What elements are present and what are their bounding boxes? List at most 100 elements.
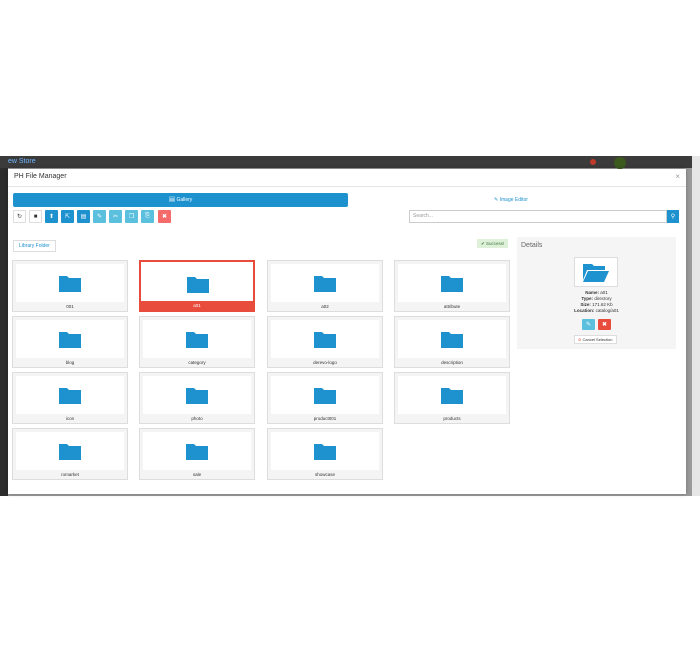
folder-tile[interactable]: romarket xyxy=(12,428,128,480)
folder-tile[interactable]: derevo-logo xyxy=(267,316,383,368)
success-alert: ✔ Success! xyxy=(477,239,509,248)
folder-tile[interactable]: icon xyxy=(12,372,128,424)
cut-icon: ✂ xyxy=(112,214,119,220)
background-topbar: ew Store xyxy=(0,156,700,169)
delete-button[interactable]: ✖ xyxy=(158,210,171,223)
details-type-value: directory xyxy=(594,296,612,301)
folder-thumb xyxy=(398,320,506,358)
details-edit-button[interactable]: ✎ xyxy=(582,319,595,330)
folder-thumb xyxy=(143,320,251,358)
background-sidebar xyxy=(0,168,8,496)
upload-icon: ⬆ xyxy=(48,214,55,220)
folder-name: category xyxy=(188,360,206,365)
folder-name: derevo-logo xyxy=(313,360,337,365)
folder-name: a01 xyxy=(141,301,253,310)
folder-thumb xyxy=(16,376,124,414)
details-type-label: Type: xyxy=(581,296,594,301)
modal-title: PH File Manager xyxy=(14,173,67,180)
folder-thumb xyxy=(271,264,379,302)
folder-icon xyxy=(186,444,208,460)
background-logo: ew Store xyxy=(8,158,36,165)
modal-header: PH File Manager × xyxy=(8,169,686,187)
folder-icon xyxy=(441,276,463,292)
folder-icon xyxy=(441,388,463,404)
search-button[interactable]: ⚲ xyxy=(667,210,679,223)
copy-button[interactable]: ❐ xyxy=(125,210,138,223)
folder-name: attribute xyxy=(443,304,461,309)
folder-icon xyxy=(187,277,209,293)
details-name-value: a01 xyxy=(600,290,608,295)
paste-button[interactable]: ⎘ xyxy=(141,210,154,223)
close-icon[interactable]: × xyxy=(675,172,680,181)
page-scrollbar[interactable] xyxy=(692,156,700,496)
copy-icon: ❐ xyxy=(128,214,135,220)
details-name-label: Name: xyxy=(585,290,599,295)
folder-tile[interactable]: showcase xyxy=(267,428,383,480)
search-icon: ⚲ xyxy=(670,214,676,220)
details-type-row: Type: directory xyxy=(517,296,676,301)
details-name-row: Name: a01 xyxy=(517,290,676,295)
folder-tile[interactable]: products xyxy=(394,372,510,424)
file-icon: ▤ xyxy=(80,214,87,220)
folder-tile-selected[interactable]: a01 xyxy=(139,260,255,312)
trash-icon: ✖ xyxy=(161,214,168,220)
folder-thumb xyxy=(143,376,251,414)
tab-gallery[interactable]: 🖼 Gallery xyxy=(13,193,348,207)
cancel-selection-button[interactable]: ⊘ Cancel Selection xyxy=(574,335,617,344)
folder-thumb xyxy=(16,264,124,302)
folder-open-icon xyxy=(583,264,609,282)
new-folder-button[interactable]: ■ xyxy=(29,210,42,223)
folder-name: description xyxy=(441,360,463,365)
pencil-icon: ✎ xyxy=(96,214,103,220)
folder-thumb xyxy=(16,432,124,470)
refresh-button[interactable]: ↻ xyxy=(13,210,26,223)
file-button[interactable]: ▤ xyxy=(77,210,90,223)
folder-tile[interactable]: category xyxy=(139,316,255,368)
edit-external-button[interactable]: ⇱ xyxy=(61,210,74,223)
folder-name: showcase xyxy=(314,472,335,477)
folder-name: 001 xyxy=(66,304,74,309)
folder-thumb xyxy=(16,320,124,358)
folder-icon xyxy=(314,276,336,292)
folder-thumb xyxy=(271,320,379,358)
trash-icon: ✖ xyxy=(601,322,608,328)
details-location-label: Location: xyxy=(574,308,595,313)
folder-thumb xyxy=(271,432,379,470)
file-manager-modal: PH File Manager × 🖼 Gallery ✎ Image Edit… xyxy=(8,169,686,494)
folder-icon xyxy=(59,388,81,404)
upload-button[interactable]: ⬆ xyxy=(45,210,58,223)
tab-image-editor[interactable]: ✎ Image Editor xyxy=(348,193,674,207)
folder-name: products xyxy=(443,416,461,421)
folder-tile[interactable]: description xyxy=(394,316,510,368)
details-size-value: 171.62 Kb xyxy=(592,302,613,307)
folder-icon xyxy=(59,276,81,292)
refresh-icon: ↻ xyxy=(16,214,23,220)
library-folder-button[interactable]: Library Folder xyxy=(13,240,56,252)
folder-name: blog xyxy=(65,360,75,365)
folder-name: product001 xyxy=(313,416,337,421)
folder-tile[interactable]: blog xyxy=(12,316,128,368)
folder-tile[interactable]: attribute xyxy=(394,260,510,312)
notification-icon xyxy=(590,159,596,165)
toolbar: ↻ ■ ⬆ ⇱ ▤ ✎ ✂ ❐ ⎘ ✖ Search... ⚲ xyxy=(13,210,679,223)
folder-tile[interactable]: photo xyxy=(139,372,255,424)
details-delete-button[interactable]: ✖ xyxy=(598,319,611,330)
folder-icon xyxy=(314,388,336,404)
folder-thumb xyxy=(144,265,252,303)
folder-tile[interactable]: product001 xyxy=(267,372,383,424)
folder-thumb xyxy=(398,376,506,414)
folder-tile[interactable]: a02 xyxy=(267,260,383,312)
edit-external-icon: ⇱ xyxy=(64,214,71,220)
folder-name: a02 xyxy=(321,304,329,309)
paste-icon: ⎘ xyxy=(145,213,150,219)
folder-name: sale xyxy=(192,472,202,477)
cut-button[interactable]: ✂ xyxy=(109,210,122,223)
folder-thumb xyxy=(143,432,251,470)
cancel-selection-label: Cancel Selection xyxy=(582,337,613,342)
folder-tile[interactable]: 001 xyxy=(12,260,128,312)
search-input[interactable]: Search... xyxy=(409,210,667,223)
folder-tile[interactable]: sale xyxy=(139,428,255,480)
details-panel: Details Name: a01 Type: directory Size: … xyxy=(517,237,676,349)
rename-button[interactable]: ✎ xyxy=(93,210,106,223)
folder-name: photo xyxy=(191,416,203,421)
